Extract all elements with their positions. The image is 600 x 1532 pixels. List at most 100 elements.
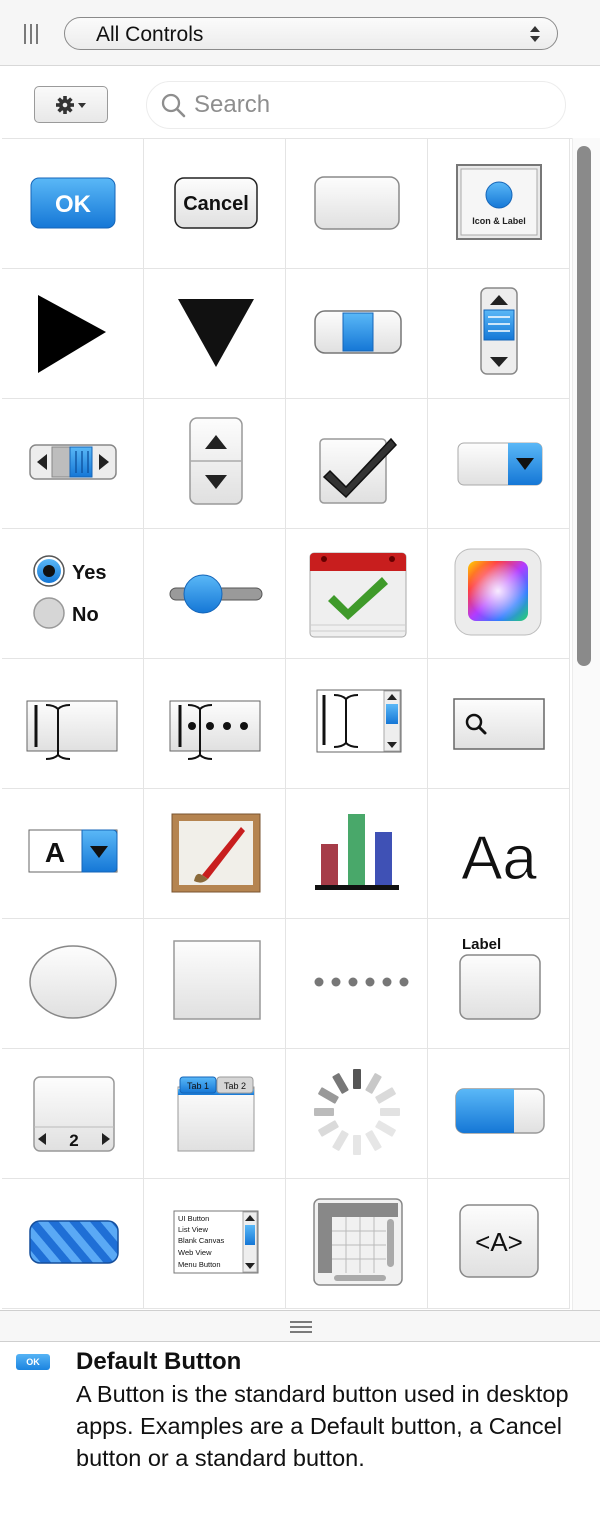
palette-item-oval-shape[interactable] (2, 919, 144, 1049)
palette-item-separator[interactable] (286, 919, 428, 1049)
palette-item-box-with-label[interactable]: Label (428, 919, 570, 1049)
list-view-icon: UI Button List View Blank Canvas Web Vie… (173, 1210, 259, 1274)
palette-scrollbar[interactable] (572, 138, 600, 1310)
palette-item-image-view[interactable] (144, 789, 286, 919)
stepper-icon (189, 417, 243, 505)
palette-item-combo-box[interactable]: A (2, 789, 144, 919)
default-button-badge-icon: OK (16, 1354, 50, 1370)
gear-menu-button[interactable] (34, 86, 108, 123)
oval-shape-icon (29, 945, 117, 1019)
palette-item-progress-spinner[interactable] (286, 1049, 428, 1179)
palette-item-disclosure-down[interactable] (144, 269, 286, 399)
search-field[interactable]: Search (146, 81, 566, 129)
palette-item-page-control[interactable]: 2 (2, 1049, 144, 1179)
palette-item-stepper[interactable] (144, 399, 286, 529)
popup-arrows-icon (530, 26, 540, 42)
palette-item-bar-chart[interactable] (286, 789, 428, 919)
info-title: Default Button (76, 1348, 242, 1375)
list-item-1: UI Button (178, 1214, 209, 1223)
palette-item-tab-view[interactable]: Tab 1 Tab 2 (144, 1049, 286, 1179)
slider-icon (169, 574, 263, 614)
segmented-thumb-icon (314, 310, 402, 354)
table-view-icon (313, 1198, 403, 1286)
library-selector[interactable]: All Controls (64, 17, 558, 50)
text-field-icon (26, 700, 118, 760)
palette-item-plain-button[interactable] (286, 139, 428, 269)
palette-item-checkbox[interactable] (286, 399, 428, 529)
password-field-icon (169, 700, 261, 760)
radio-option-no: No (72, 604, 99, 626)
spinner-icon (314, 1069, 400, 1155)
list-item-4: Web View (178, 1248, 212, 1257)
palette-item-date-picker[interactable] (286, 529, 428, 659)
palette-item-search-field[interactable] (428, 659, 570, 789)
list-item-5: Menu Button (178, 1260, 221, 1269)
palette-item-password-field[interactable] (144, 659, 286, 789)
ok-button-label: OK (55, 191, 92, 218)
palette-item-popup-menu-button[interactable] (428, 399, 570, 529)
horizontal-scroller-icon (29, 444, 117, 480)
cancel-button-label: Cancel (183, 193, 249, 215)
palette-item-text-field[interactable] (2, 659, 144, 789)
image-view-icon (171, 813, 261, 893)
vertical-scroller-icon (480, 287, 518, 375)
palette-item-rectangle-shape[interactable] (144, 919, 286, 1049)
plain-button-icon (314, 176, 400, 230)
bar-chart-icon (315, 814, 399, 890)
palette-item-icon-label-button[interactable]: Icon & Label (428, 139, 570, 269)
library-selector-label: All Controls (96, 23, 204, 46)
palette-item-progress-bar[interactable] (428, 1049, 570, 1179)
separator-dots-icon (314, 977, 409, 987)
search-placeholder: Search (194, 91, 271, 118)
html-element-label: <A> (475, 1227, 523, 1257)
tab-1-label: Tab 1 (187, 1081, 209, 1091)
panel-grip-icon[interactable] (24, 24, 40, 44)
palette-toolbar: Search (0, 67, 572, 139)
scrollbar-thumb[interactable] (577, 146, 591, 666)
list-item-3: Blank Canvas (178, 1236, 225, 1245)
palette-item-horizontal-scroller[interactable] (2, 399, 144, 529)
palette-item-indeterminate-progress[interactable] (2, 1179, 144, 1309)
palette-item-table-view[interactable] (286, 1179, 428, 1309)
progress-bar-icon (455, 1088, 545, 1134)
gear-icon (56, 96, 86, 114)
palette-item-radio-group[interactable]: Yes No (2, 529, 144, 659)
info-splitter[interactable] (0, 1310, 600, 1342)
palette-item-slider-thumb[interactable] (286, 269, 428, 399)
palette-item-ok-button[interactable]: OK (2, 139, 144, 269)
palette-item-list-view[interactable]: UI Button List View Blank Canvas Web Vie… (144, 1179, 286, 1309)
splitter-handle-icon[interactable] (290, 1321, 312, 1333)
search-field-icon (453, 698, 545, 750)
html-element-icon: <A> (459, 1204, 539, 1278)
search-icon (161, 93, 186, 118)
icon-label-text: Icon & Label (472, 216, 526, 226)
ok-button-icon: OK (30, 177, 116, 229)
palette-item-slider[interactable] (144, 529, 286, 659)
palette-item-label[interactable]: Aa (428, 789, 570, 919)
palette-item-disclosure-right[interactable] (2, 269, 144, 399)
cancel-button-icon: Cancel (174, 177, 258, 229)
palette-item-text-area[interactable] (286, 659, 428, 789)
palette-item-color-well[interactable] (428, 529, 570, 659)
info-panel: OK Default Button A Button is the standa… (0, 1342, 600, 1532)
color-well-icon (454, 548, 542, 636)
palette-item-html-element[interactable]: <A> (428, 1179, 570, 1309)
label-sample-text: Aa (461, 824, 537, 893)
controls-palette: OK Cancel Icon & Label Yes No A Aa Label… (2, 138, 572, 1311)
page-control-icon: 2 (33, 1076, 115, 1152)
checkbox-icon (319, 437, 398, 504)
palette-item-vertical-scroller[interactable] (428, 269, 570, 399)
tab-2-label: Tab 2 (224, 1081, 246, 1091)
palette-item-cancel-button[interactable]: Cancel (144, 139, 286, 269)
library-header: All Controls (0, 0, 600, 66)
indeterminate-progress-icon (29, 1220, 119, 1264)
triangle-down-icon (178, 299, 254, 367)
combo-box-label: A (45, 837, 65, 868)
page-control-number: 2 (69, 1131, 78, 1150)
info-description: A Button is the standard button used in … (76, 1381, 569, 1471)
box-with-label-icon: Label (459, 936, 541, 1020)
text-area-icon (316, 689, 402, 753)
radio-group-icon: Yes No (33, 555, 106, 629)
label-icon: Aa (461, 824, 538, 894)
calendar-icon (309, 552, 407, 638)
